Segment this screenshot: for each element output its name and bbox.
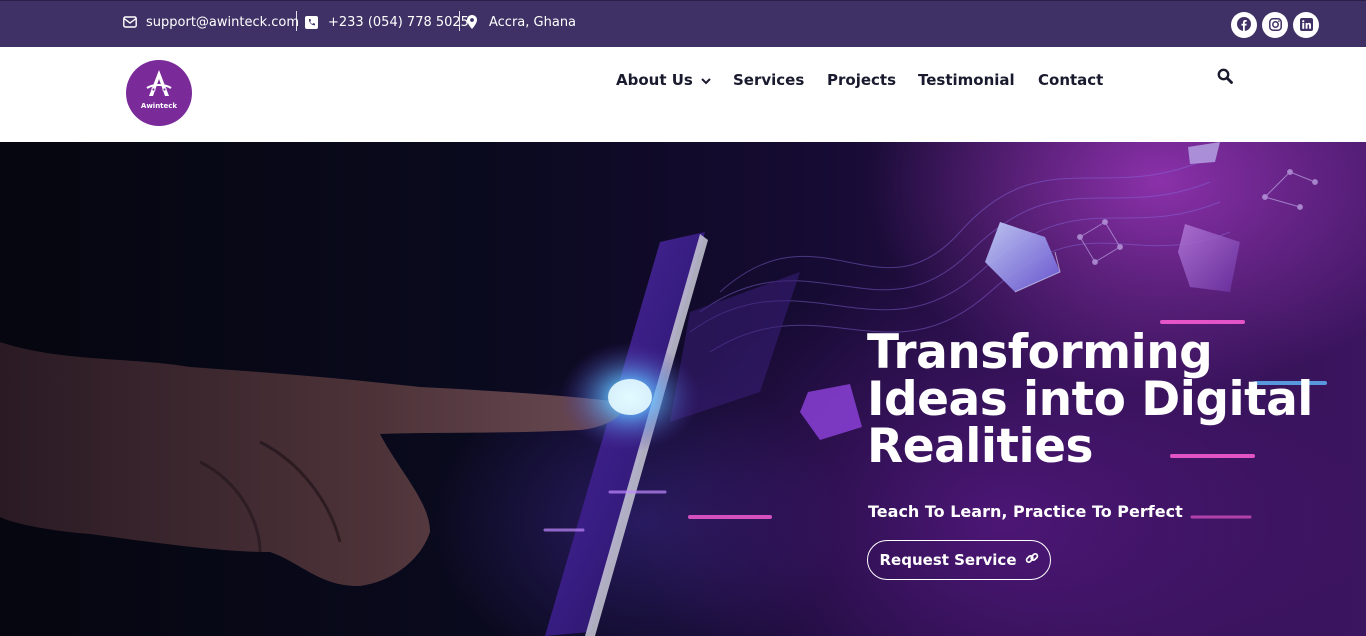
button-label: Request Service bbox=[879, 551, 1017, 569]
site-logo[interactable]: Awinteck bbox=[126, 60, 192, 126]
top-info-bar: support@awinteck.com +233 (054) 778 5025… bbox=[0, 0, 1366, 47]
nav-label: Projects bbox=[827, 71, 897, 89]
divider bbox=[296, 11, 297, 31]
location-contact: Accra, Ghana bbox=[467, 12, 576, 32]
email-contact[interactable]: support@awinteck.com bbox=[123, 12, 299, 32]
facebook-link[interactable] bbox=[1231, 12, 1257, 38]
nav-about-us[interactable]: About Us bbox=[616, 69, 711, 91]
phone-contact[interactable]: +233 (054) 778 5025 bbox=[305, 12, 469, 32]
nav-label: Contact bbox=[1038, 71, 1104, 89]
instagram-link[interactable] bbox=[1262, 12, 1288, 38]
linkedin-icon bbox=[1299, 16, 1313, 35]
linkedin-link[interactable] bbox=[1293, 12, 1319, 38]
facebook-icon bbox=[1237, 16, 1251, 35]
nav-label: About Us bbox=[616, 71, 693, 89]
nav-services[interactable]: Services bbox=[733, 69, 804, 91]
phone-icon bbox=[305, 15, 318, 29]
nav-label: Testimonial bbox=[918, 71, 1015, 89]
hero-subtitle: Teach To Learn, Practice To Perfect bbox=[868, 502, 1183, 521]
search-icon bbox=[1217, 68, 1233, 88]
request-service-button[interactable]: Request Service bbox=[867, 540, 1051, 580]
link-icon bbox=[1025, 551, 1039, 569]
instagram-icon bbox=[1268, 16, 1282, 35]
main-navbar: Awinteck About Us Services Projects Test… bbox=[0, 47, 1366, 142]
phone-text: +233 (054) 778 5025 bbox=[328, 14, 469, 30]
chevron-down-icon bbox=[701, 71, 711, 89]
envelope-icon bbox=[123, 16, 137, 28]
location-text: Accra, Ghana bbox=[489, 14, 577, 30]
search-button[interactable] bbox=[1217, 68, 1233, 84]
email-text: support@awinteck.com bbox=[146, 14, 300, 30]
hero-section: Transforming Ideas into Digital Realitie… bbox=[0, 142, 1366, 636]
logo-text: Awinteck bbox=[140, 102, 178, 110]
nav-projects[interactable]: Projects bbox=[827, 69, 896, 91]
map-pin-icon bbox=[467, 15, 477, 29]
divider bbox=[459, 11, 460, 31]
logo-mark-icon bbox=[145, 69, 173, 103]
nav-contact[interactable]: Contact bbox=[1038, 69, 1103, 91]
nav-testimonial[interactable]: Testimonial bbox=[918, 69, 1015, 91]
nav-label: Services bbox=[733, 71, 805, 89]
hero-title: Transforming Ideas into Digital Realitie… bbox=[867, 325, 1313, 474]
